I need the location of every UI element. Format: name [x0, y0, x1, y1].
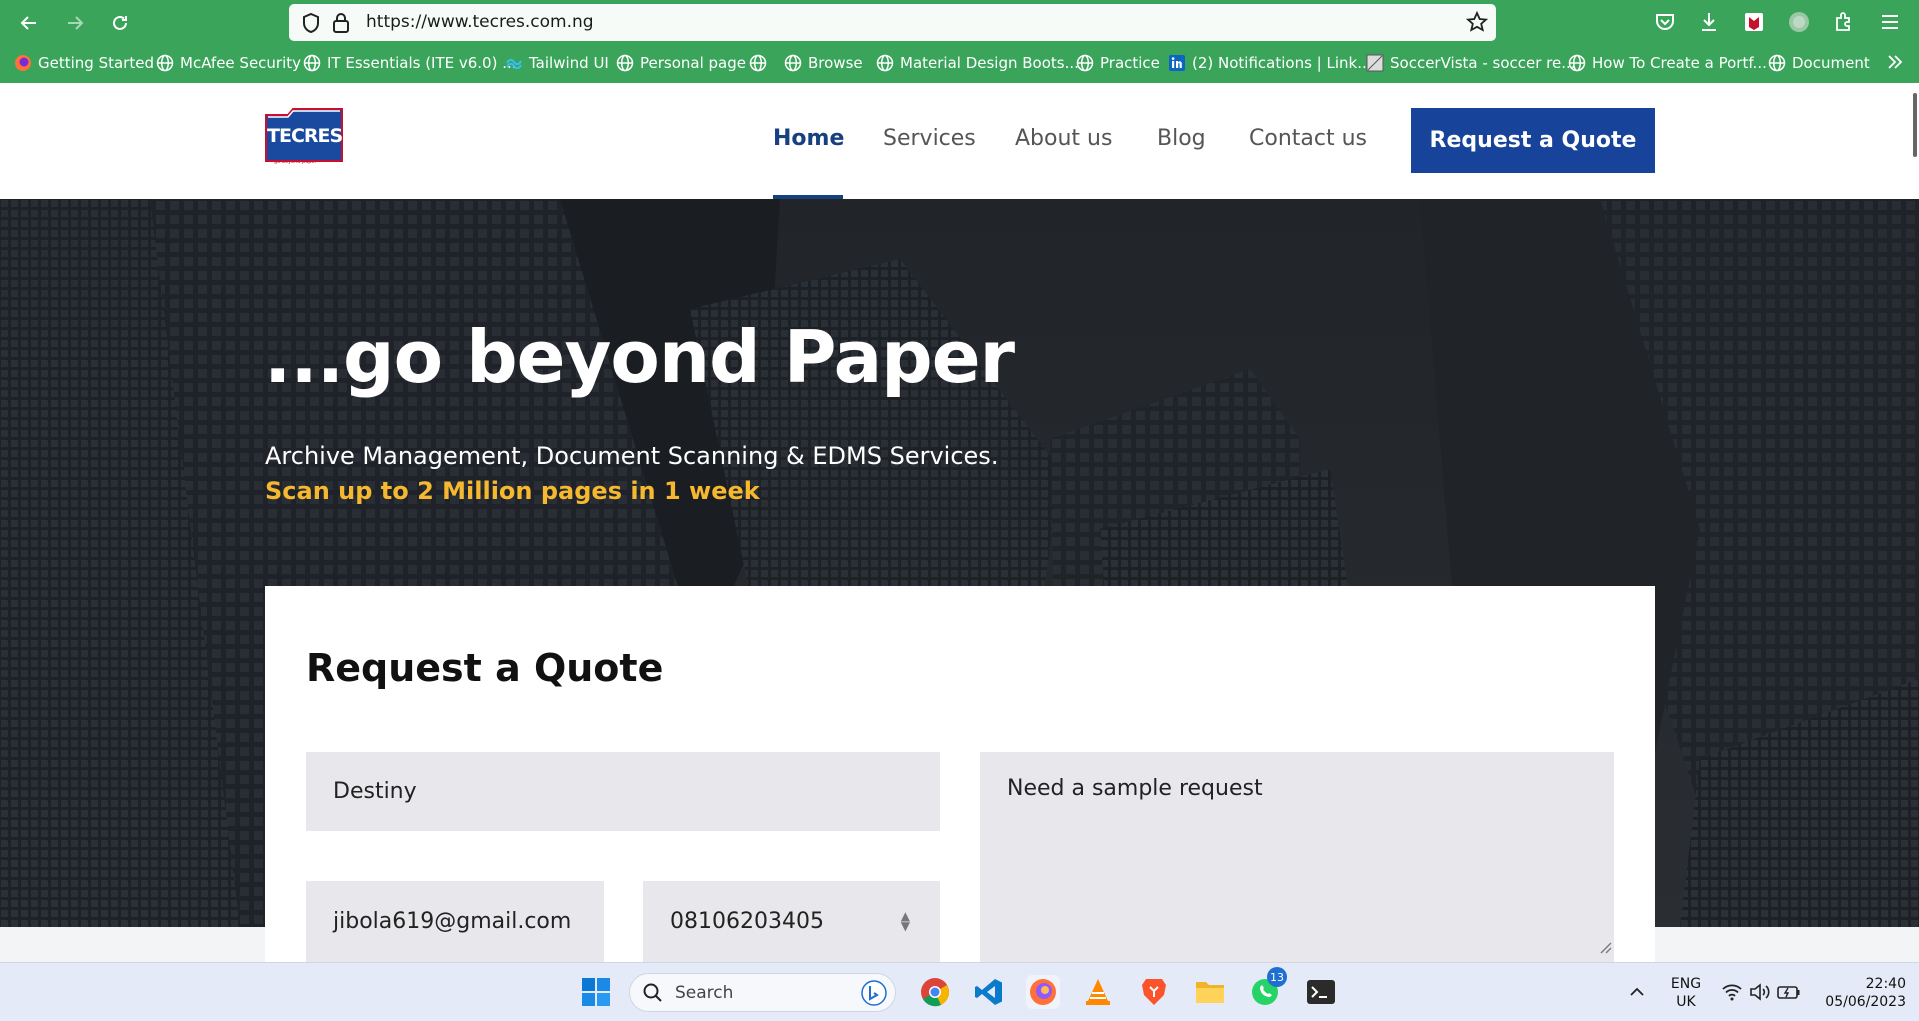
bookmark-item[interactable]: How To Create a Portf... — [1568, 54, 1767, 72]
request-quote-button[interactable]: Request a Quote — [1411, 108, 1655, 173]
tray-chevron-up-icon[interactable] — [1622, 975, 1652, 1009]
language-code: ENG — [1670, 976, 1702, 992]
hamburger-menu-icon[interactable] — [1878, 10, 1902, 34]
browser-toolbar: https://www.tecres.com.ng Getting Starte… — [0, 0, 1919, 83]
bookmark-item[interactable]: Material Design Boots... — [876, 54, 1079, 72]
nav-home[interactable]: Home — [773, 126, 844, 151]
shield-icon[interactable] — [301, 12, 321, 38]
firefox-icon — [14, 54, 32, 72]
globe-icon — [616, 54, 634, 72]
globe-icon — [1076, 54, 1094, 72]
phone-input[interactable]: 08106203405 ▲ ▼ — [643, 881, 940, 962]
bookmark-item[interactable]: McAfee Security — [156, 54, 301, 72]
nav-contact-us[interactable]: Contact us — [1249, 126, 1367, 151]
hero-subtitle: Archive Management, Document Scanning & … — [265, 439, 1025, 509]
download-icon[interactable] — [1697, 10, 1721, 34]
pocket-icon[interactable] — [1653, 10, 1677, 34]
logo-tagline: go beyond paper — [274, 159, 317, 165]
name-input[interactable]: Destiny — [306, 752, 940, 831]
terminal-icon[interactable] — [1304, 975, 1338, 1009]
globe-icon — [876, 54, 894, 72]
wifi-icon[interactable] — [1717, 975, 1747, 1009]
soccervista-icon — [1366, 54, 1384, 72]
url-text[interactable]: https://www.tecres.com.ng — [366, 12, 594, 32]
mcafee-extension-icon[interactable] — [1742, 10, 1766, 34]
vlc-icon[interactable] — [1081, 975, 1115, 1009]
battery-icon[interactable] — [1774, 975, 1804, 1009]
globe-icon — [156, 54, 174, 72]
bookmark-item[interactable]: Personal page — [616, 54, 746, 72]
bookmark-item[interactable]: Getting Started — [14, 54, 154, 72]
quote-form-title: Request a Quote — [306, 646, 664, 690]
language-region: UK — [1676, 994, 1696, 1010]
bookmark-item[interactable] — [749, 54, 773, 72]
bookmark-star-icon[interactable] — [1465, 10, 1489, 37]
email-input[interactable]: jibola619@gmail.com — [306, 881, 604, 962]
number-stepper-icon[interactable]: ▲ ▼ — [901, 910, 910, 932]
globe-icon — [1568, 54, 1586, 72]
tailwind-icon — [505, 54, 523, 72]
more-bookmarks-chevron-icon[interactable] — [1886, 54, 1904, 70]
address-bar[interactable]: https://www.tecres.com.ng — [289, 4, 1496, 41]
globe-icon — [1768, 54, 1786, 72]
bookmark-item[interactable]: Document — [1768, 54, 1870, 72]
whatsapp-icon[interactable]: 13 — [1248, 967, 1287, 1009]
search-label: Search — [675, 983, 734, 1003]
quote-form-card: Request a Quote Destiny Need a sample re… — [265, 586, 1655, 962]
nav-services[interactable]: Services — [883, 126, 976, 151]
globe-icon — [749, 54, 767, 72]
search-icon — [642, 982, 664, 1008]
bookmark-item[interactable]: Tailwind UI — [505, 54, 609, 72]
back-arrow-icon[interactable] — [14, 8, 44, 38]
bing-icon — [861, 980, 887, 1010]
bookmark-item[interactable]: Browse — [784, 54, 863, 72]
brave-icon[interactable] — [1137, 975, 1171, 1009]
bookmark-item[interactable]: (2) Notifications | Link... — [1168, 54, 1372, 72]
logo-wordmark: TECRES — [267, 125, 343, 147]
message-text: Need a sample request — [1007, 776, 1263, 801]
message-textarea[interactable]: Need a sample request — [980, 752, 1614, 962]
windows-start-icon[interactable] — [579, 975, 613, 1009]
reload-icon[interactable] — [105, 8, 135, 38]
nav-blog[interactable]: Blog — [1157, 126, 1206, 151]
taskbar-search-box[interactable]: Search — [629, 973, 896, 1012]
phone-value: 08106203405 — [670, 909, 824, 934]
forward-arrow-icon[interactable] — [60, 8, 90, 38]
clock[interactable]: 22:40 05/06/2023 — [1810, 975, 1910, 1011]
chrome-icon[interactable] — [918, 975, 952, 1009]
bookmark-item[interactable]: Practice — [1076, 54, 1160, 72]
extensions-puzzle-icon[interactable] — [1832, 10, 1856, 34]
hero-title: ...go beyond Paper — [264, 315, 1015, 399]
language-indicator[interactable]: ENG UK — [1666, 975, 1706, 1011]
bookmarks-bar: Getting Started McAfee Security IT Essen… — [0, 50, 1919, 80]
tecres-logo[interactable]: TECRES go beyond paper — [264, 103, 346, 169]
hero-subtitle-text: Archive Management, Document Scanning & … — [265, 442, 999, 470]
profile-avatar-icon[interactable] — [1787, 10, 1811, 34]
clock-date: 05/06/2023 — [1825, 994, 1906, 1010]
firefox-taskbar-icon[interactable] — [1026, 975, 1060, 1009]
nav-about-us[interactable]: About us — [1015, 126, 1112, 151]
vscode-icon[interactable] — [972, 975, 1006, 1009]
file-explorer-icon[interactable] — [1193, 975, 1227, 1009]
bookmark-item[interactable]: IT Essentials (ITE v6.0) ... — [303, 54, 517, 72]
lock-icon[interactable] — [332, 12, 350, 38]
site-header: TECRES go beyond paper Home Services Abo… — [0, 83, 1919, 199]
page-scrollbar[interactable] — [1913, 93, 1917, 157]
bookmark-item[interactable]: SoccerVista - soccer re... — [1366, 54, 1576, 72]
whatsapp-notification-badge: 13 — [1267, 967, 1287, 987]
globe-icon — [303, 54, 321, 72]
globe-icon — [784, 54, 802, 72]
clock-time: 22:40 — [1865, 976, 1906, 992]
resize-grip-icon[interactable] — [1598, 935, 1612, 960]
volume-icon[interactable] — [1745, 975, 1775, 1009]
windows-taskbar: Search 13 ENG UK 22:40 05/06/2023 — [0, 962, 1919, 1021]
linkedin-icon — [1168, 54, 1186, 72]
hero-highlight: Scan up to 2 Million pages in 1 week — [265, 477, 760, 505]
